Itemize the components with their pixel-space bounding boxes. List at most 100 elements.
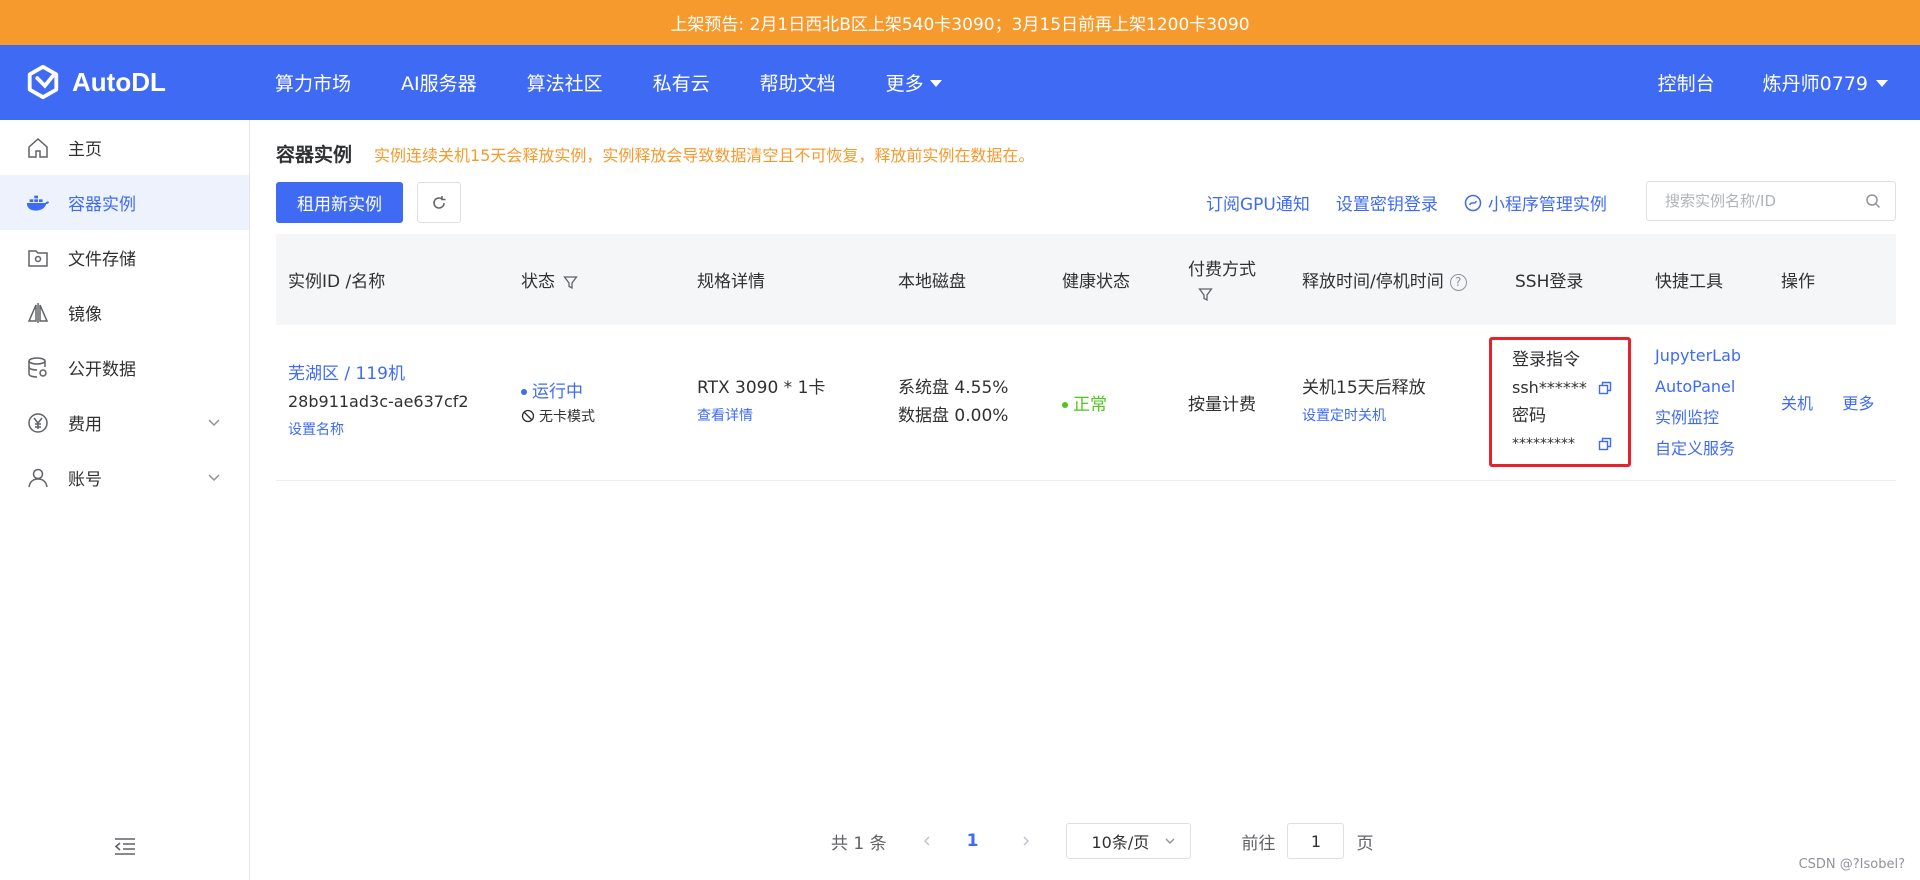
- goto-suffix: 页: [1356, 833, 1374, 854]
- status-dot-icon: [521, 389, 527, 396]
- cell-ops: 关机 更多: [1769, 325, 1896, 481]
- header-release-time: 释放时间/停机时间?: [1290, 234, 1503, 325]
- view-details-link[interactable]: 查看详情: [697, 402, 886, 430]
- copy-icon[interactable]: [1598, 381, 1612, 395]
- shutdown-button[interactable]: 关机: [1781, 394, 1813, 413]
- ban-icon: [521, 410, 535, 423]
- set-key-login-link[interactable]: 设置密钥登录: [1336, 190, 1438, 215]
- home-icon: [26, 136, 50, 160]
- sidebar-item-label: 主页: [68, 140, 102, 160]
- sidebar-item-label: 费用: [68, 415, 102, 435]
- status-text: 运行中: [532, 382, 583, 403]
- data-disk-usage: 数据盘 0.00%: [898, 406, 1009, 427]
- search-input[interactable]: [1665, 192, 1865, 210]
- goto-prefix: 前往: [1241, 833, 1276, 854]
- username: 炼丹师0779: [1762, 73, 1868, 95]
- mode-text: 无卡模式: [539, 409, 595, 426]
- chevron-down-icon: [1165, 838, 1175, 844]
- refresh-button[interactable]: [417, 182, 461, 223]
- user-menu[interactable]: 炼丹师0779: [1763, 69, 1888, 96]
- sidebar-item-container-instances[interactable]: 容器实例: [0, 175, 249, 230]
- chevron-down-icon: [208, 419, 220, 427]
- search-icon[interactable]: [1865, 193, 1881, 209]
- mirror-icon: [26, 301, 50, 325]
- gpu-spec: RTX 3090 * 1卡: [697, 378, 826, 399]
- miniprogram-manage-link[interactable]: 小程序管理实例: [1464, 190, 1607, 215]
- filter-icon[interactable]: [563, 275, 578, 290]
- cell-billing: 按量计费: [1176, 325, 1290, 481]
- nav-right: 控制台 炼丹师0779: [1658, 45, 1888, 120]
- console-link[interactable]: 控制台: [1658, 69, 1715, 96]
- cell-tools: JupyterLab AutoPanel 实例监控 自定义服务: [1643, 325, 1769, 481]
- custom-service-link[interactable]: 自定义服务: [1655, 433, 1769, 464]
- cell-release: 关机15天后释放 设置定时关机: [1290, 325, 1503, 481]
- instance-monitor-link[interactable]: 实例监控: [1655, 402, 1769, 433]
- sidebar-item-account[interactable]: 账号: [0, 450, 249, 505]
- next-page-button[interactable]: [1016, 831, 1036, 851]
- jupyterlab-link[interactable]: JupyterLab: [1655, 340, 1769, 371]
- nav-item-help-docs[interactable]: 帮助文档: [760, 69, 836, 96]
- instance-region-link[interactable]: 芜湖区 / 119机: [288, 360, 509, 388]
- collapse-sidebar-icon[interactable]: [112, 834, 138, 860]
- health-text: 正常: [1073, 394, 1107, 415]
- page-title: 容器实例: [276, 144, 353, 166]
- brand-logo[interactable]: AutoDL: [24, 63, 166, 101]
- header-spec: 规格详情: [685, 234, 886, 325]
- header-status-label: 状态: [521, 272, 555, 292]
- goto-page-input[interactable]: 1: [1287, 823, 1345, 859]
- caret-down-icon: [929, 80, 942, 87]
- ssh-login-box: 登录指令 ssh****** 密码 *********: [1489, 337, 1631, 468]
- ssh-command-value: ssh******: [1512, 378, 1587, 398]
- ssh-command-row: ssh******: [1512, 374, 1628, 402]
- cell-instance: 芜湖区 / 119机 28b911ad3c-ae637cf2 设置名称: [276, 325, 509, 481]
- page-size-value: 10条/页: [1091, 833, 1150, 852]
- sidebar-item-public-data[interactable]: 公开数据: [0, 340, 249, 395]
- password-label: 密码: [1512, 406, 1546, 427]
- subscribe-gpu-link[interactable]: 订阅GPU通知: [1206, 190, 1310, 215]
- nav-item-algorithm-community[interactable]: 算法社区: [527, 69, 603, 96]
- filter-icon[interactable]: [1198, 287, 1213, 302]
- header-status[interactable]: 状态: [509, 234, 685, 325]
- autodl-logo-icon: [27, 64, 59, 100]
- nav-item-ai-server[interactable]: AI服务器: [401, 69, 477, 96]
- miniprogram-manage-label: 小程序管理实例: [1487, 195, 1607, 215]
- cell-health: 正常: [1050, 325, 1176, 481]
- nav-item-more[interactable]: 更多: [886, 69, 942, 96]
- sidebar-item-billing[interactable]: 费用: [0, 395, 249, 450]
- question-icon[interactable]: ?: [1449, 273, 1467, 291]
- health-dot-icon: [1062, 401, 1068, 408]
- rent-new-instance-button[interactable]: 租用新实例: [276, 182, 403, 223]
- header-instance-id: 实例ID /名称: [276, 234, 509, 325]
- instance-id: 28b911ad3c-ae637cf2: [288, 392, 469, 412]
- more-ops-button[interactable]: 更多: [1842, 394, 1874, 413]
- page-size-select[interactable]: 10条/页: [1066, 823, 1192, 859]
- set-timed-shutdown-link[interactable]: 设置定时关机: [1302, 402, 1503, 430]
- title-row: 容器实例 实例连续关机15天会释放实例，实例释放会导致数据清空且不可恢复，释放前…: [276, 140, 1034, 167]
- sidebar-item-label: 文件存储: [68, 250, 136, 270]
- nav-item-private-cloud[interactable]: 私有云: [653, 69, 710, 96]
- brand-name: AutoDL: [72, 66, 166, 97]
- table-header-row: 实例ID /名称 状态 规格详情 本地磁盘 健康状态 付费方式 释放时间/停机时…: [276, 234, 1896, 325]
- pagination: 共 1 条 1 10条/页 前往 1 页: [831, 823, 1373, 859]
- sidebar-item-label: 容器实例: [68, 195, 136, 215]
- header-tools: 快捷工具: [1643, 234, 1769, 325]
- toolbar-links: 订阅GPU通知 设置密钥登录 小程序管理实例: [1206, 182, 1607, 223]
- nav-item-compute-market[interactable]: 算力市场: [275, 69, 351, 96]
- sidebar: 主页 容器实例 文件存储 镜像 公开数据 费用 账号: [0, 120, 250, 880]
- total-count: 共 1 条: [831, 833, 887, 854]
- prev-page-button[interactable]: [917, 831, 937, 851]
- sidebar-item-home[interactable]: 主页: [0, 120, 249, 175]
- sidebar-item-file-storage[interactable]: 文件存储: [0, 230, 249, 285]
- sidebar-item-images[interactable]: 镜像: [0, 285, 249, 340]
- nav-more-label: 更多: [885, 73, 924, 95]
- header-ops: 操作: [1769, 234, 1896, 325]
- health-status: 正常: [1062, 390, 1176, 415]
- main-nav: 算力市场 AI服务器 算法社区 私有云 帮助文档 更多: [275, 45, 992, 120]
- header-billing[interactable]: 付费方式: [1176, 234, 1290, 325]
- caret-down-icon: [1876, 80, 1888, 87]
- set-name-link[interactable]: 设置名称: [288, 416, 509, 444]
- page-number-current[interactable]: 1: [967, 831, 979, 851]
- ssh-command-label: 登录指令: [1512, 350, 1580, 371]
- copy-icon[interactable]: [1598, 437, 1612, 451]
- autopanel-link[interactable]: AutoPanel: [1655, 371, 1769, 402]
